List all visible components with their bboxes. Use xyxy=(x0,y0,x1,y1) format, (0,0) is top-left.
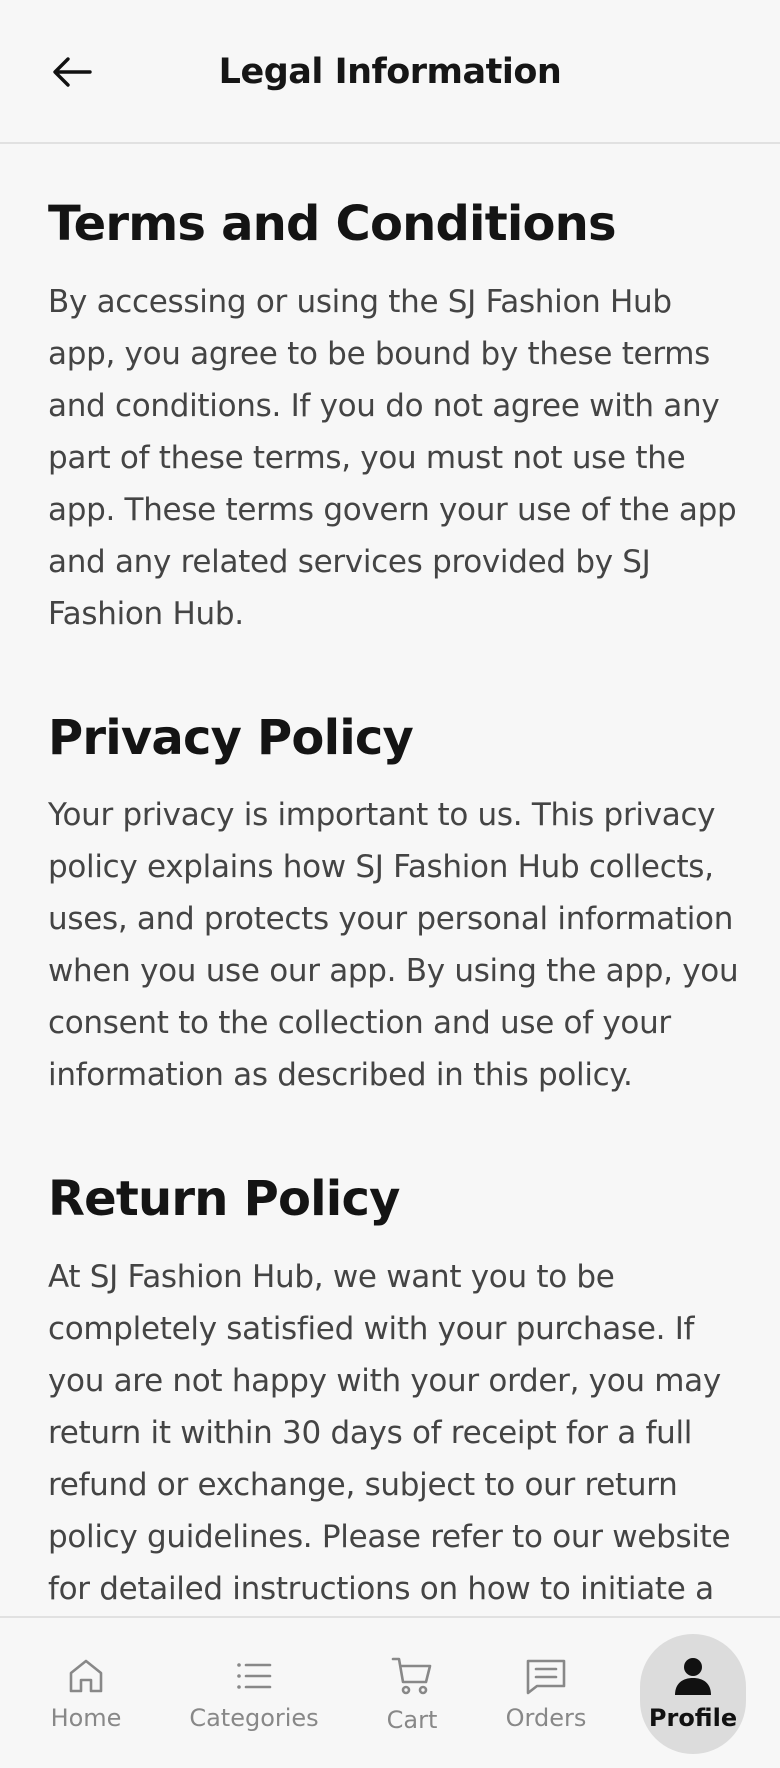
tab-categories[interactable]: Categories xyxy=(178,1634,330,1754)
top-app-bar: Legal Information xyxy=(0,0,780,144)
tab-label: Orders xyxy=(505,1704,587,1732)
section-body: Your privacy is important to us. This pr… xyxy=(48,797,739,1094)
return-section: Return Policy At SJ Fashion Hub, we want… xyxy=(48,1171,740,1615)
section-heading: Return Policy xyxy=(48,1171,400,1228)
section-body: By accessing or using the SJ Fashion Hub… xyxy=(48,283,737,632)
tab-cart[interactable]: Cart xyxy=(362,1634,462,1754)
tab-profile[interactable]: Profile xyxy=(640,1634,746,1754)
bottom-nav: Home Categories Cart Orders Profile xyxy=(0,1616,780,1768)
list-icon xyxy=(234,1656,274,1696)
privacy-section: Privacy Policy Your privacy is important… xyxy=(48,710,740,1102)
tab-label: Cart xyxy=(386,1706,438,1734)
home-icon xyxy=(66,1656,106,1696)
section-heading: Privacy Policy xyxy=(48,709,414,766)
orders-icon xyxy=(525,1656,567,1696)
terms-section: Terms and Conditions By accessing or usi… xyxy=(48,196,740,640)
app-screen: Legal Information Terms and Conditions B… xyxy=(0,0,780,1768)
section-heading: Terms and Conditions xyxy=(48,196,617,252)
legal-content[interactable]: Terms and Conditions By accessing or usi… xyxy=(0,144,780,1616)
tab-home[interactable]: Home xyxy=(26,1634,146,1754)
tab-label: Home xyxy=(50,1704,122,1732)
tab-label: Profile xyxy=(648,1704,738,1732)
section-body: At SJ Fashion Hub, we want you to be com… xyxy=(48,1258,731,1607)
cart-icon xyxy=(390,1654,434,1698)
page-title: Legal Information xyxy=(218,52,562,92)
tab-label: Categories xyxy=(189,1704,319,1732)
profile-icon xyxy=(672,1656,714,1696)
tab-orders[interactable]: Orders xyxy=(494,1634,598,1754)
